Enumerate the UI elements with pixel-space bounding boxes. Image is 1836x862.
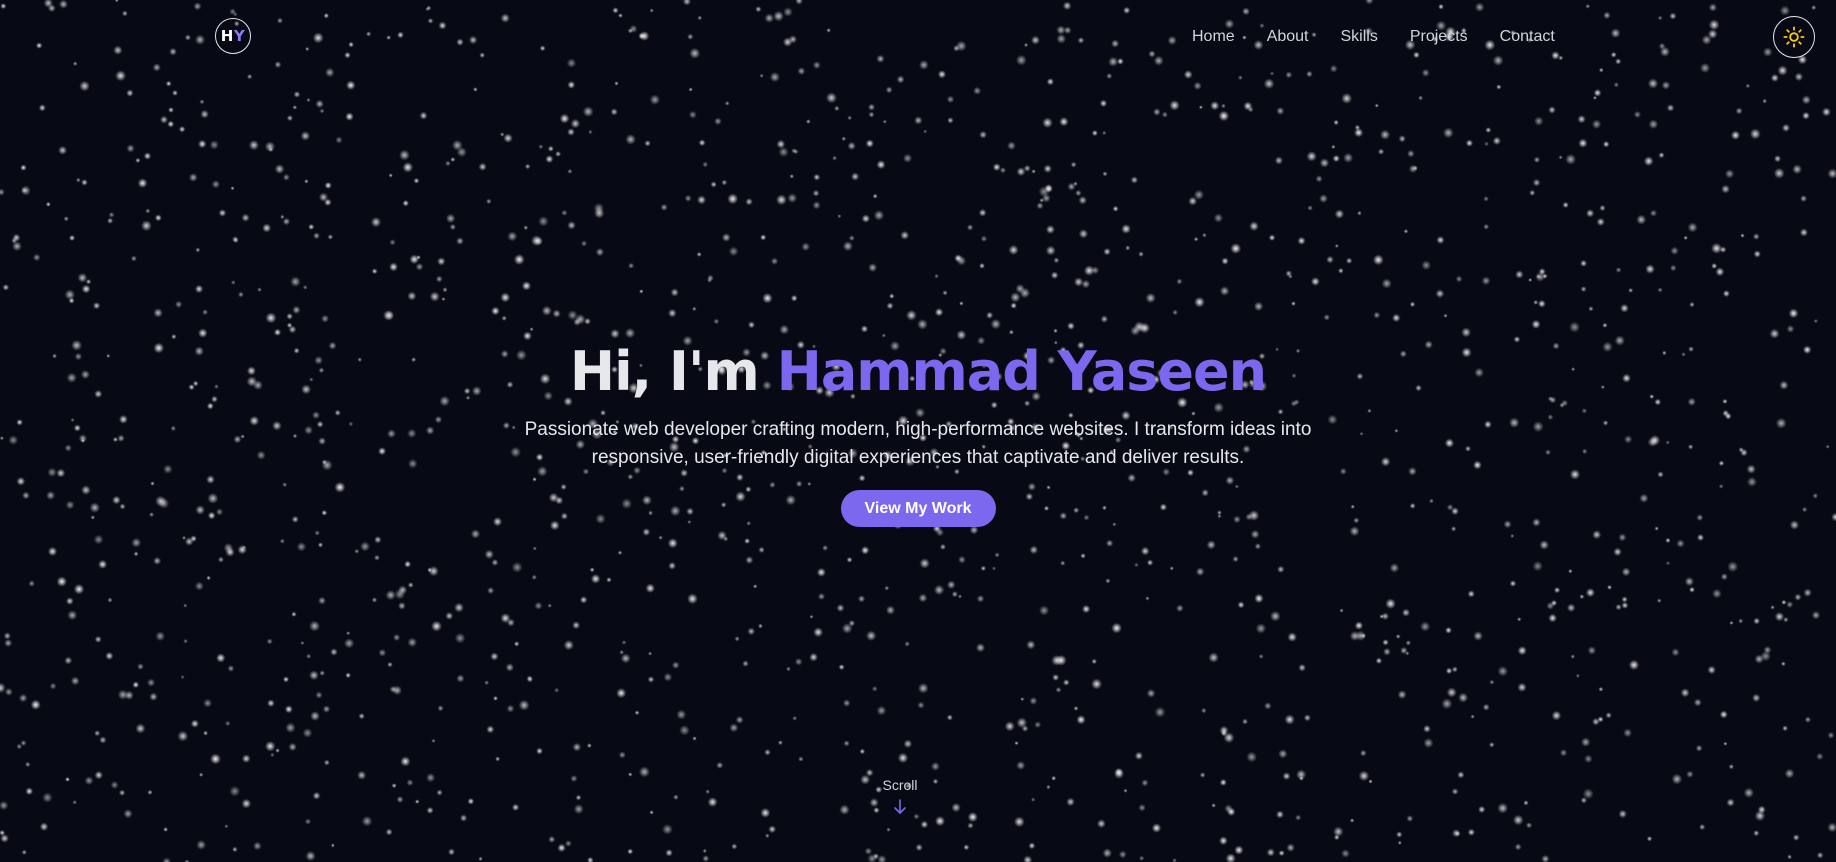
hero-heading: Hi, I'm Hammad Yaseen [0, 338, 1836, 406]
hero-content: Hi, I'm Hammad Yaseen Passionate web dev… [0, 338, 1836, 527]
nav-about[interactable]: About [1267, 26, 1309, 48]
logo-initial-y: Y [233, 27, 246, 45]
nav-home[interactable]: Home [1192, 26, 1235, 48]
arrow-down-icon [894, 799, 906, 814]
nav-skills[interactable]: Skills [1341, 26, 1378, 48]
main-nav: Home About Skills Projects Contact [1192, 26, 1555, 48]
nav-projects[interactable]: Projects [1410, 26, 1468, 48]
nav-contact[interactable]: Contact [1500, 26, 1555, 48]
theme-toggle-button[interactable] [1773, 16, 1815, 58]
hero-description: Passionate web developer crafting modern… [524, 419, 1312, 468]
hero-greeting: Hi, I'm [569, 340, 760, 403]
site-logo[interactable]: HY [215, 18, 251, 54]
hero-name: Hammad Yaseen [776, 340, 1267, 403]
logo-initial-h: H [220, 27, 234, 45]
scroll-indicator[interactable]: Scroll [0, 776, 1800, 816]
scroll-label: Scroll [882, 777, 918, 793]
sun-icon [1783, 26, 1805, 48]
view-my-work-button[interactable]: View My Work [840, 490, 996, 527]
hero-section: HY Home About Skills Projects Contact Hi… [0, 0, 1836, 862]
